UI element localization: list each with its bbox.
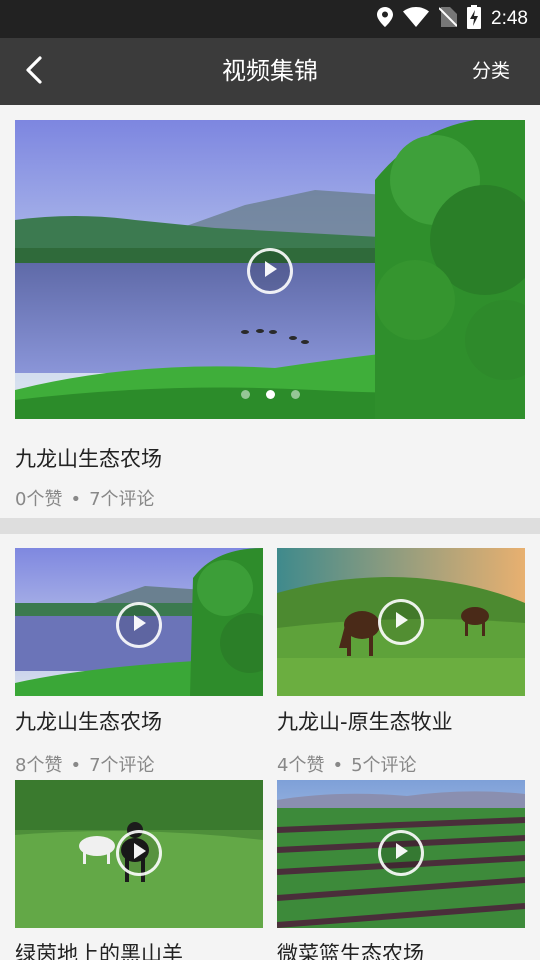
carousel-dot[interactable] bbox=[265, 390, 275, 399]
section-divider bbox=[0, 518, 540, 534]
meta-separator: • bbox=[70, 755, 82, 776]
comment-count: 5个评论 bbox=[351, 755, 417, 776]
carousel-dot[interactable] bbox=[240, 390, 250, 399]
carousel-indicator bbox=[15, 390, 525, 399]
app-bar: 视频集锦 分类 bbox=[0, 38, 540, 105]
play-button[interactable] bbox=[378, 599, 424, 645]
play-button[interactable] bbox=[116, 830, 162, 876]
like-count: 4个赞 bbox=[277, 755, 325, 776]
video-title: 九龙山生态农场 bbox=[15, 710, 162, 734]
play-button[interactable] bbox=[247, 248, 293, 294]
video-card[interactable]: 绿茵地上的黑山羊 bbox=[15, 780, 263, 960]
featured-video-stats: 0个赞 • 7个评论 bbox=[15, 485, 155, 511]
back-button[interactable] bbox=[16, 54, 52, 90]
meta-separator: • bbox=[332, 755, 344, 776]
video-thumbnail[interactable] bbox=[277, 780, 525, 928]
play-icon bbox=[262, 260, 278, 282]
category-button[interactable]: 分类 bbox=[472, 38, 510, 105]
featured-video[interactable]: 九龙山生态农场 0个赞 • 7个评论 bbox=[0, 105, 540, 518]
status-time: 2:48 bbox=[491, 8, 528, 29]
play-button[interactable] bbox=[116, 602, 162, 648]
chevron-left-icon bbox=[24, 55, 44, 89]
carousel-dot[interactable] bbox=[290, 390, 300, 399]
play-icon bbox=[131, 842, 147, 864]
video-thumbnail[interactable] bbox=[15, 548, 263, 696]
video-card[interactable]: 九龙山生态农场 8个赞 • 7个评论 bbox=[15, 548, 263, 777]
featured-video-thumbnail[interactable] bbox=[15, 120, 525, 419]
comment-count: 7个评论 bbox=[89, 489, 155, 510]
wifi-icon bbox=[403, 7, 430, 31]
video-stats: 8个赞 • 7个评论 bbox=[15, 751, 155, 777]
video-thumbnail[interactable] bbox=[15, 780, 263, 928]
video-card[interactable]: 微菜篮生态农场 bbox=[277, 780, 525, 960]
meta-separator: • bbox=[70, 489, 82, 510]
video-title: 绿茵地上的黑山羊 bbox=[15, 942, 183, 960]
page-title: 视频集锦 bbox=[222, 57, 318, 85]
featured-video-title: 九龙山生态农场 bbox=[15, 447, 162, 471]
video-card[interactable]: 九龙山-原生态牧业 4个赞 • 5个评论 bbox=[277, 548, 525, 777]
no-sim-icon bbox=[438, 7, 458, 31]
play-button[interactable] bbox=[378, 830, 424, 876]
video-stats: 4个赞 • 5个评论 bbox=[277, 751, 417, 777]
like-count: 8个赞 bbox=[15, 755, 63, 776]
location-icon bbox=[377, 7, 394, 31]
comment-count: 7个评论 bbox=[89, 755, 155, 776]
video-title: 九龙山-原生态牧业 bbox=[277, 710, 453, 734]
video-thumbnail[interactable] bbox=[277, 548, 525, 696]
like-count: 0个赞 bbox=[15, 489, 63, 510]
battery-charging-icon bbox=[467, 5, 482, 33]
play-icon bbox=[131, 614, 147, 636]
play-icon bbox=[393, 611, 409, 633]
status-bar: 2:48 bbox=[0, 0, 540, 38]
video-title: 微菜篮生态农场 bbox=[277, 942, 424, 960]
play-icon bbox=[393, 842, 409, 864]
video-grid: 九龙山生态农场 8个赞 • 7个评论 九龙山-原生态牧业 4个赞 • 5个评论 … bbox=[0, 534, 540, 960]
